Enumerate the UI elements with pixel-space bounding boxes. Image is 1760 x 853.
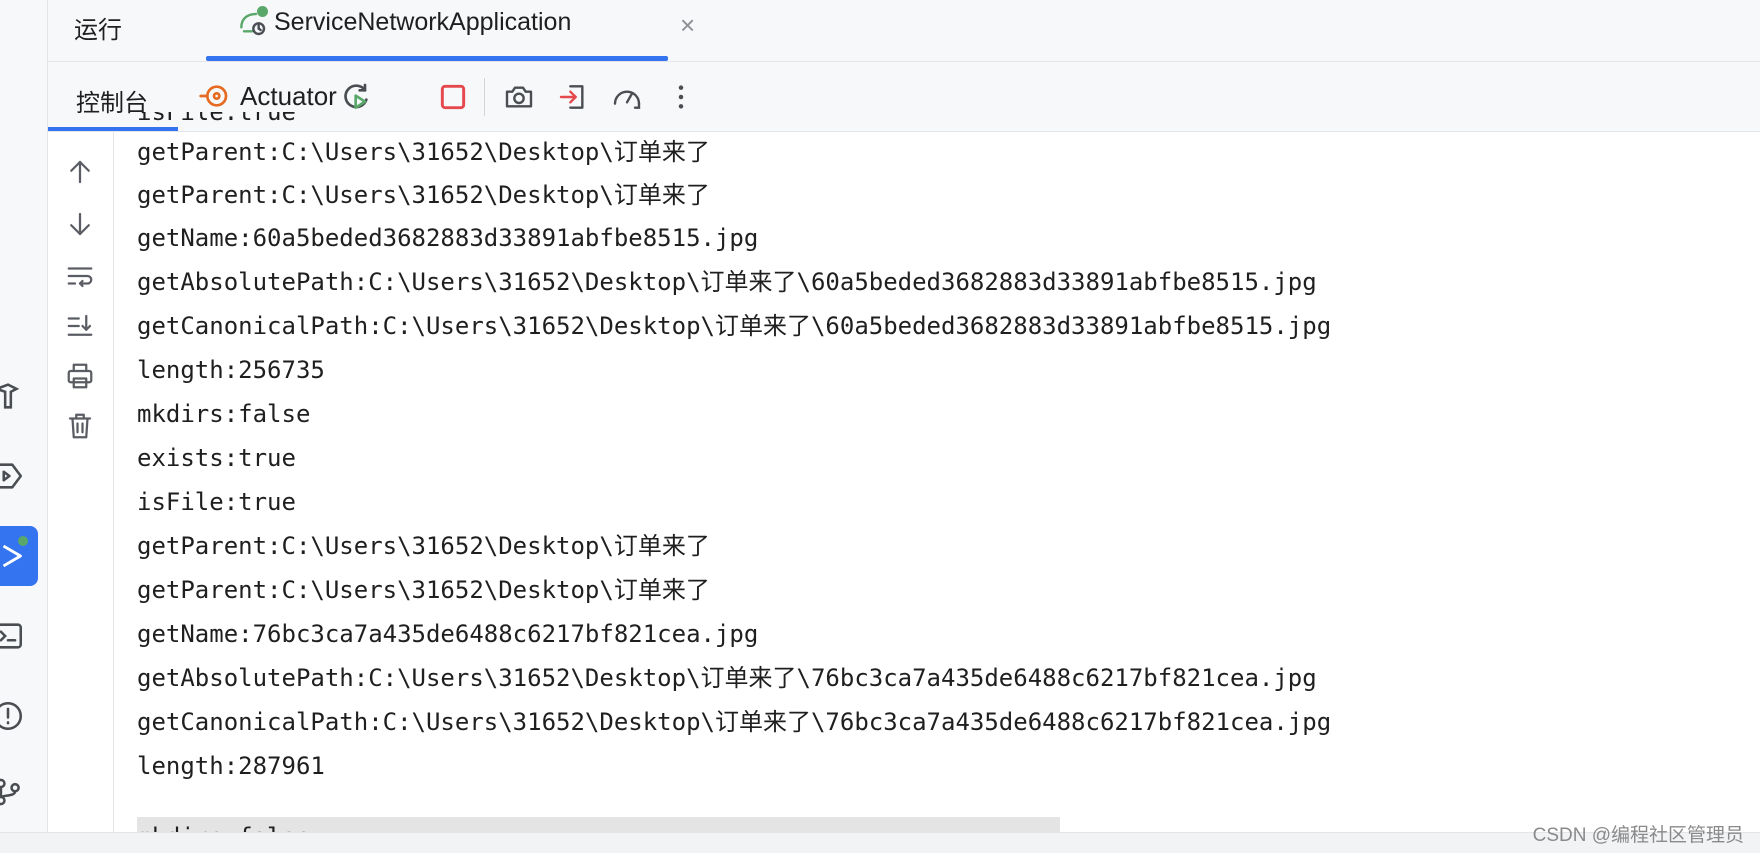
clear-all-trash-icon[interactable]: [62, 408, 98, 444]
active-tab-indicator: [206, 56, 668, 61]
console-line: getCanonicalPath:C:\Users\31652\Desktop\…: [137, 708, 1332, 736]
version-control-icon[interactable]: [0, 772, 28, 812]
console-line: isFile:true: [137, 488, 296, 516]
console-gutter: [48, 132, 114, 832]
console-line: length:287961: [137, 752, 325, 780]
close-tab-icon[interactable]: ×: [680, 10, 695, 41]
console-line: length:256735: [137, 356, 325, 384]
stop-icon[interactable]: [434, 78, 472, 116]
console-line: getName:60a5beded3682883d33891abfbe8515.…: [137, 224, 759, 252]
console-line: getParent:C:\Users\31652\Desktop\订单来了: [137, 576, 710, 604]
run-tool-icon[interactable]: [0, 526, 38, 586]
console-line: getParent:C:\Users\31652\Desktop\订单来了: [137, 532, 710, 560]
terminal-icon[interactable]: [0, 616, 28, 656]
build-hammer-icon[interactable]: [0, 376, 28, 416]
console-line: getAbsolutePath:C:\Users\31652\Desktop\订…: [137, 268, 1317, 296]
actuator-label: Actuator: [240, 80, 337, 111]
problems-icon[interactable]: [0, 696, 28, 736]
soft-wrap-icon[interactable]: [62, 258, 98, 294]
more-icon[interactable]: [662, 78, 700, 116]
tool-window-strip: [0, 0, 48, 853]
watermark: CSDN @编程社区管理员: [1532, 825, 1744, 846]
toolbar-separator: [484, 78, 485, 116]
scroll-to-end-icon[interactable]: [62, 308, 98, 344]
screenshot-icon[interactable]: [500, 78, 538, 116]
console-line: getParent:C:\Users\31652\Desktop\订单来了: [137, 138, 710, 166]
scroll-down-icon[interactable]: [62, 206, 98, 242]
status-bar: [0, 832, 1760, 853]
console-line: getParent:C:\Users\31652\Desktop\订单来了: [137, 181, 710, 209]
import-icon[interactable]: [554, 78, 592, 116]
run-tab-bar: 运行 ServiceNetworkApplication ×: [48, 0, 1760, 62]
rerun-icon[interactable]: [338, 78, 376, 116]
spring-boot-app-icon: [236, 6, 268, 38]
run-panel-title: 运行: [74, 17, 122, 44]
running-dot: [257, 6, 268, 17]
print-icon[interactable]: [62, 358, 98, 394]
console-line: isFile:true: [137, 112, 296, 126]
console-output[interactable]: isFile:true getParent:C:\Users\31652\Des…: [137, 112, 1760, 832]
tab-service-network-application[interactable]: ServiceNetworkApplication ×: [160, 0, 695, 62]
run-status-dot: [18, 536, 28, 546]
console-line: getName:76bc3ca7a435de6488c6217bf821cea.…: [137, 620, 759, 648]
console-line: mkdirs:false: [137, 400, 311, 428]
services-icon[interactable]: [0, 456, 28, 496]
console-line: exists:true: [137, 444, 296, 472]
console-line: getAbsolutePath:C:\Users\31652\Desktop\订…: [137, 664, 1317, 692]
scroll-up-icon[interactable]: [62, 154, 98, 190]
console-line-selected: mkdirs:false: [137, 817, 1060, 832]
profiler-icon[interactable]: [608, 78, 646, 116]
tab-actuator[interactable]: Actuator: [198, 76, 337, 116]
actuator-icon: [199, 85, 228, 107]
tab-label: ServiceNetworkApplication: [274, 8, 572, 36]
console-line: getCanonicalPath:C:\Users\31652\Desktop\…: [137, 312, 1332, 340]
